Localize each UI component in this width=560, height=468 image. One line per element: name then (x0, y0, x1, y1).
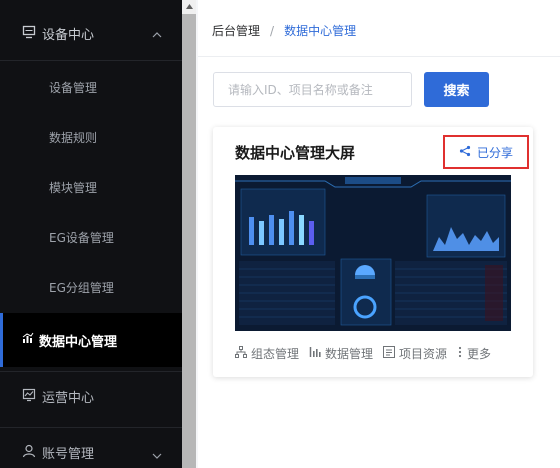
sidebar-item-data-center[interactable]: 数据中心管理 (0, 313, 182, 367)
breadcrumb: 后台管理 / 数据中心管理 (212, 22, 356, 39)
menu-ops-center[interactable]: 运营中心 (0, 371, 182, 421)
sidebar-item-data-rules[interactable]: 数据规则 (0, 112, 182, 162)
search-input[interactable] (213, 72, 412, 107)
action-label: 组态管理 (251, 347, 300, 361)
menu-device-center[interactable]: 设备中心 (0, 0, 182, 66)
action-label: 项目资源 (399, 347, 448, 361)
sidebar-item-label: 模块管理 (49, 180, 98, 195)
sidebar-item-label: 数据规则 (49, 130, 98, 145)
sidebar-item-label: 设备管理 (49, 80, 98, 95)
chevron-up-icon (152, 27, 162, 41)
user-icon (22, 444, 36, 462)
scrollbar-thumb[interactable] (182, 0, 196, 468)
more-button[interactable]: 更多 (457, 345, 491, 362)
card-actions: 组态管理 数据管理 项目资源 更多 (235, 345, 501, 362)
breadcrumb-root[interactable]: 后台管理 (212, 22, 260, 39)
list-icon (383, 346, 396, 361)
sidebar-item-label: EG分组管理 (49, 280, 114, 295)
data-manage-button[interactable]: 数据管理 (309, 345, 373, 362)
divider (198, 56, 560, 57)
chart-icon (309, 346, 321, 361)
sidebar-item-eg-group[interactable]: EG分组管理 (0, 262, 182, 312)
main-content: 后台管理 / 数据中心管理 搜索 数据中心管理大屏 已分享 (198, 0, 560, 468)
project-card[interactable]: 数据中心管理大屏 已分享 组态管理 数据管理 项目资源 更多 (213, 127, 533, 377)
sidebar-item-module-manage[interactable]: 模块管理 (0, 162, 182, 212)
dashboard-icon (22, 388, 36, 406)
menu-ops-center-label: 运营中心 (42, 391, 95, 406)
dashboard-preview-image[interactable] (235, 175, 511, 331)
menu-device-center-label: 设备中心 (42, 27, 95, 43)
more-icon (457, 346, 463, 361)
active-indicator (0, 313, 3, 367)
sidebar-item-label: 数据中心管理 (39, 334, 118, 350)
breadcrumb-separator: / (270, 23, 275, 38)
shared-button[interactable]: 已分享 (443, 135, 529, 169)
divider (0, 60, 182, 61)
project-resources-button[interactable]: 项目资源 (383, 345, 447, 362)
search-button[interactable]: 搜索 (424, 72, 489, 107)
action-label: 更多 (467, 347, 492, 361)
menu-account-label: 账号管理 (42, 447, 95, 462)
share-icon (459, 145, 471, 160)
action-label: 数据管理 (325, 347, 374, 361)
config-manage-button[interactable]: 组态管理 (235, 345, 299, 362)
breadcrumb-current: 数据中心管理 (284, 24, 357, 38)
sidebar-item-label: EG设备管理 (49, 230, 114, 245)
monitor-icon (22, 25, 36, 42)
sidebar: 设备中心 设备管理 数据规则 模块管理 EG设备管理 EG分组管理 数据中心管理… (0, 0, 182, 468)
sidebar-item-device-manage[interactable]: 设备管理 (0, 62, 182, 112)
sitemap-icon (235, 346, 247, 361)
bar-chart-icon (22, 332, 34, 348)
sidebar-item-eg-device[interactable]: EG设备管理 (0, 212, 182, 262)
scroll-up-arrow-icon[interactable] (182, 0, 196, 14)
card-title: 数据中心管理大屏 (235, 144, 356, 162)
menu-account[interactable]: 账号管理 (0, 427, 182, 468)
shared-label: 已分享 (476, 145, 513, 160)
chevron-down-icon (152, 448, 162, 463)
